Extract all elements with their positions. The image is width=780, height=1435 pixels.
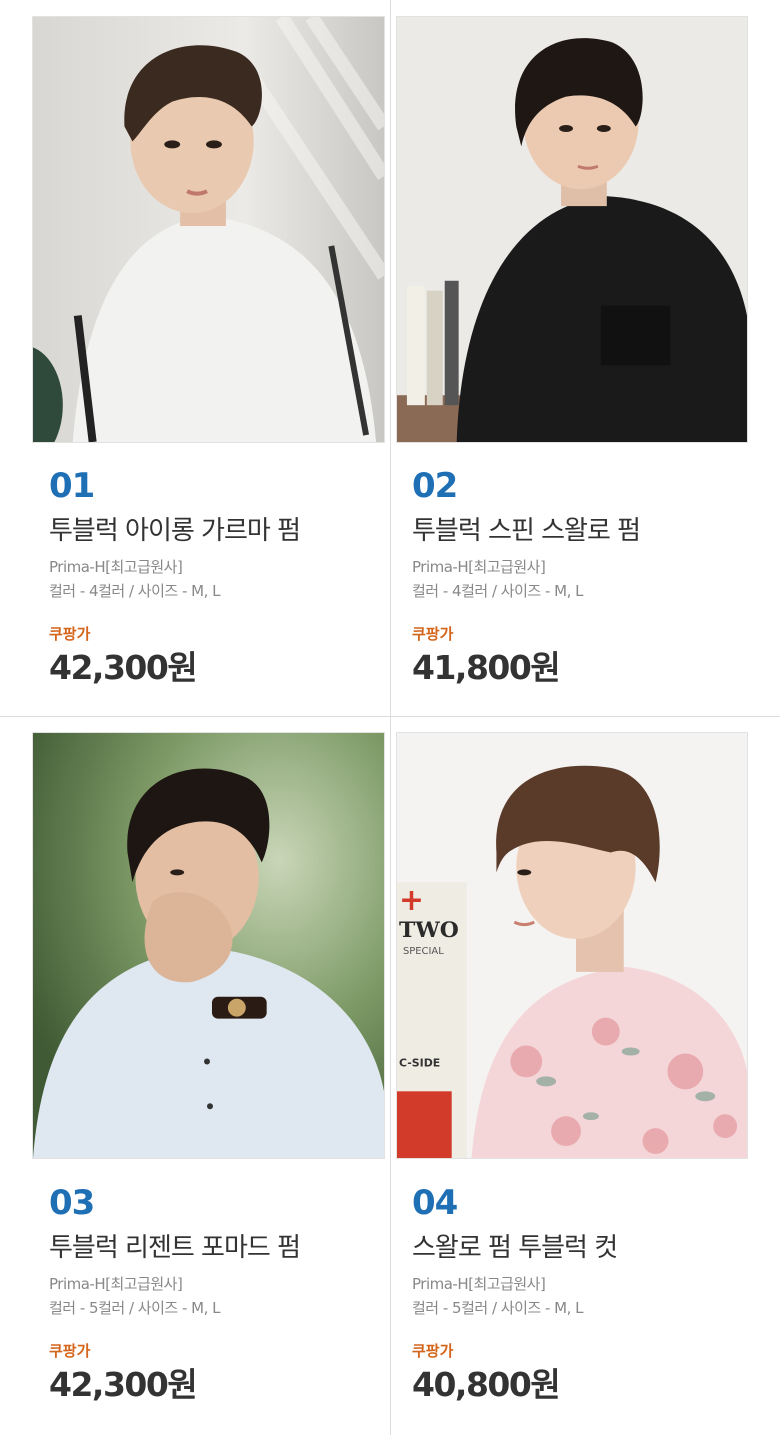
price-label: 쿠팡가	[412, 625, 454, 643]
product-price: 42,300원	[49, 648, 198, 687]
product-price: 41,800원	[412, 648, 561, 687]
model-floral-shirt-photo: + TWO SPECIAL C-SIDE	[397, 733, 747, 1158]
product-title[interactable]: 투블럭 아이롱 가르마 펌	[49, 514, 301, 548]
product-card-2[interactable]: 02 투블럭 스핀 스왈로 펌 Prima-H[최고급원사] 컬러 - 4컬러 …	[391, 0, 780, 716]
product-number: 03	[49, 1183, 95, 1223]
product-options: 컬러 - 5컬러 / 사이즈 - M, L	[412, 1299, 583, 1317]
product-options: 컬러 - 5컬러 / 사이즈 - M, L	[49, 1299, 220, 1317]
product-photo-4[interactable]: + TWO SPECIAL C-SIDE	[396, 732, 748, 1159]
product-options: 컬러 - 4컬러 / 사이즈 - M, L	[49, 582, 220, 600]
product-options: 컬러 - 4컬러 / 사이즈 - M, L	[412, 582, 583, 600]
poster-plus: +	[399, 883, 424, 918]
product-title[interactable]: 스왈로 펌 투블럭 컷	[412, 1231, 618, 1265]
model-light-blue-shirt-photo	[33, 733, 384, 1158]
model-black-tshirt-photo	[397, 17, 747, 442]
product-price: 42,300원	[49, 1365, 198, 1404]
product-card-3[interactable]: 03 투블럭 리젠트 포마드 펌 Prima-H[최고급원사] 컬러 - 5컬러…	[0, 717, 390, 1433]
product-photo-3[interactable]	[32, 732, 385, 1159]
product-brand: Prima-H[최고급원사]	[49, 558, 183, 576]
poster-subtitle: SPECIAL	[403, 946, 444, 957]
poster-title: TWO	[399, 917, 459, 943]
product-grid: 01 투블럭 아이롱 가르마 펌 Prima-H[최고급원사] 컬러 - 4컬러…	[0, 0, 780, 1435]
product-brand: Prima-H[최고급원사]	[49, 1275, 183, 1293]
product-price: 40,800원	[412, 1365, 561, 1404]
price-label: 쿠팡가	[412, 1342, 454, 1360]
product-title[interactable]: 투블럭 리젠트 포마드 펌	[49, 1231, 301, 1265]
product-number: 02	[412, 466, 458, 506]
product-card-4[interactable]: + TWO SPECIAL C-SIDE 04 스왈로 펌 투블럭 컷 Prim…	[391, 717, 780, 1433]
product-number: 01	[49, 466, 95, 506]
product-card-1[interactable]: 01 투블럭 아이롱 가르마 펌 Prima-H[최고급원사] 컬러 - 4컬러…	[0, 0, 390, 716]
poster-side-label: C-SIDE	[399, 1056, 440, 1069]
product-brand: Prima-H[최고급원사]	[412, 558, 546, 576]
price-label: 쿠팡가	[49, 1342, 91, 1360]
product-title[interactable]: 투블럭 스핀 스왈로 펌	[412, 514, 641, 548]
product-number: 04	[412, 1183, 458, 1223]
product-photo-2[interactable]	[396, 16, 748, 443]
model-white-sweatshirt-photo	[33, 17, 384, 442]
product-photo-1[interactable]	[32, 16, 385, 443]
price-label: 쿠팡가	[49, 625, 91, 643]
product-brand: Prima-H[최고급원사]	[412, 1275, 546, 1293]
